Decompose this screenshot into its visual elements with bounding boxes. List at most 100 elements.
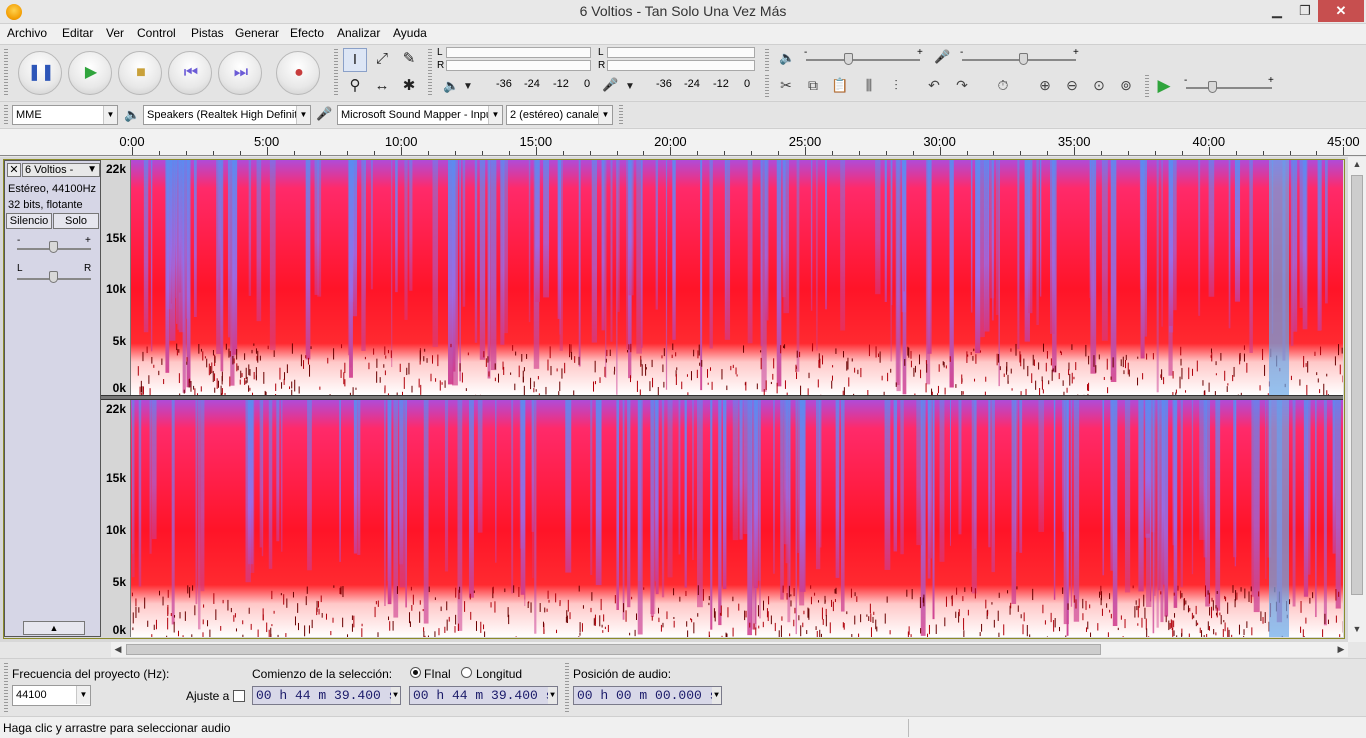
- skip-end-button[interactable]: ⏭: [218, 51, 262, 95]
- scroll-right-icon[interactable]: ▶: [1334, 642, 1348, 657]
- selection-toolbar: Frecuencia del proyecto (Hz): 44100 ▼ Aju…: [0, 658, 1366, 716]
- maximize-button[interactable]: ❐: [1292, 0, 1318, 22]
- menu-ver[interactable]: Ver: [106, 26, 124, 40]
- menu-control[interactable]: Control: [137, 26, 176, 40]
- snap-to-checkbox[interactable]: [233, 690, 245, 702]
- input-volume-thumb[interactable]: [1019, 53, 1028, 65]
- time-shift-tool[interactable]: ↔: [370, 75, 394, 99]
- scroll-up-icon[interactable]: ▲: [1348, 159, 1366, 175]
- menu-archivo[interactable]: Archivo: [7, 26, 47, 40]
- length-radio[interactable]: [461, 667, 472, 678]
- toolbar-grip[interactable]: [428, 49, 432, 97]
- redo-icon[interactable]: ↷: [950, 75, 974, 97]
- vertical-scrollbar[interactable]: ▲ ▼: [1348, 157, 1366, 642]
- audio-host-select[interactable]: MME ▼: [12, 105, 118, 125]
- playback-meter-right[interactable]: [446, 60, 591, 71]
- output-volume-slider[interactable]: [806, 59, 920, 61]
- speaker-icon[interactable]: 🔈: [443, 78, 459, 94]
- project-rate-select[interactable]: 44100 ▼: [12, 685, 91, 706]
- output-volume-thumb[interactable]: [844, 53, 853, 65]
- toolbar-grip[interactable]: [4, 663, 8, 713]
- stop-icon: ■: [136, 64, 146, 81]
- menu-generar[interactable]: Generar: [235, 26, 279, 40]
- menu-editar[interactable]: Editar: [62, 26, 93, 40]
- horizontal-scroll-thumb[interactable]: [126, 644, 1101, 655]
- play-speed-thumb[interactable]: [1208, 81, 1217, 93]
- silence-icon[interactable]: ⫶: [884, 75, 908, 97]
- track-area[interactable]: ✕ 6 Voltios - ▼ Estéreo, 44100Hz 32 bits,…: [0, 157, 1366, 642]
- trim-icon[interactable]: ⫼: [857, 75, 881, 97]
- scroll-left-icon[interactable]: ◀: [111, 642, 125, 657]
- toolbar-grip[interactable]: [565, 663, 569, 713]
- fit-selection-icon[interactable]: ⊙: [1087, 75, 1111, 97]
- menu-ayuda[interactable]: Ayuda: [393, 26, 427, 40]
- zoom-out-icon[interactable]: ⊖: [1060, 75, 1084, 97]
- menu-pistas[interactable]: Pistas: [191, 26, 224, 40]
- envelope-tool[interactable]: ⤢: [370, 48, 394, 72]
- playback-meter-menu-icon[interactable]: ▼: [463, 81, 473, 92]
- play-button[interactable]: ▶: [68, 51, 112, 95]
- selection-end-time[interactable]: 00 h 44 m 39.400 s ▼: [409, 686, 558, 705]
- timeline-tick: [1020, 151, 1022, 155]
- paste-icon[interactable]: 📋: [828, 75, 852, 97]
- solo-button[interactable]: Solo: [53, 213, 99, 229]
- toolbar-grip[interactable]: [4, 105, 8, 125]
- record-meter-left[interactable]: [607, 47, 755, 58]
- mute-button[interactable]: Silencio: [6, 213, 52, 229]
- toolbar-grip[interactable]: [4, 49, 8, 97]
- sync-lock-icon[interactable]: ⏱: [991, 75, 1015, 97]
- stop-button[interactable]: ■: [118, 51, 162, 95]
- cut-icon[interactable]: ✂: [774, 75, 798, 97]
- playback-tick: -36: [496, 78, 512, 90]
- record-button[interactable]: ●: [276, 51, 320, 95]
- toolbar-grip[interactable]: [765, 49, 769, 71]
- microphone-icon[interactable]: 🎤: [602, 77, 618, 93]
- undo-icon[interactable]: ↶: [922, 75, 946, 97]
- pause-button[interactable]: ❚❚: [18, 51, 62, 95]
- scroll-down-icon[interactable]: ▼: [1348, 624, 1366, 640]
- track-name-menu[interactable]: 6 Voltios - ▼: [22, 163, 100, 177]
- record-meter-right[interactable]: [607, 60, 755, 71]
- zoom-tool[interactable]: ⚲: [343, 75, 367, 99]
- spectrogram-right-channel[interactable]: [131, 400, 1343, 637]
- output-device-select[interactable]: Speakers (Realtek High Definit ▼: [143, 105, 311, 125]
- timeline-ruler[interactable]: 0:00 5:00 10:00 15:00 20:00 25:00 30:00 35:00 40…: [0, 128, 1366, 156]
- play-at-speed-button[interactable]: ▶: [1152, 75, 1176, 97]
- menu-efecto[interactable]: Efecto: [290, 26, 324, 40]
- track-close-icon[interactable]: ✕: [7, 163, 21, 177]
- selection-start-time[interactable]: 00 h 44 m 39.400 s ▼: [252, 686, 401, 705]
- input-channels-value: 2 (estéreo) canale: [510, 109, 599, 121]
- input-device-select[interactable]: Microsoft Sound Mapper - Inpu ▼: [337, 105, 503, 125]
- vertical-scroll-thumb[interactable]: [1351, 175, 1363, 595]
- minimize-button[interactable]: ▁: [1262, 0, 1292, 22]
- pan-thumb[interactable]: [49, 271, 58, 283]
- toolbar-grip[interactable]: [619, 105, 623, 125]
- zoom-in-icon[interactable]: ⊕: [1033, 75, 1057, 97]
- multi-tool[interactable]: ✱: [397, 75, 421, 99]
- chevron-down-icon: ▼: [296, 106, 310, 124]
- toolbar-grip[interactable]: [1145, 75, 1149, 97]
- end-radio[interactable]: [410, 667, 421, 678]
- close-button[interactable]: ✕: [1318, 0, 1364, 22]
- timeline-tick: [697, 151, 699, 155]
- draw-tool[interactable]: ✎: [397, 48, 421, 72]
- toolbar-grip[interactable]: [765, 75, 769, 97]
- record-meter-menu-icon[interactable]: ▼: [625, 81, 635, 92]
- collapse-track-icon[interactable]: ▲: [23, 621, 85, 635]
- selection-start-label: Comienzo de la selección:: [252, 667, 393, 681]
- selection-tool[interactable]: I: [343, 48, 367, 72]
- audio-position-value: 00 h 00 m 00.000 s: [577, 688, 718, 703]
- gain-thumb[interactable]: [49, 241, 58, 253]
- audio-position-time[interactable]: 00 h 00 m 00.000 s ▼: [573, 686, 722, 705]
- toolbar-grip[interactable]: [334, 49, 338, 97]
- input-channels-select[interactable]: 2 (estéreo) canale ▼: [506, 105, 613, 125]
- playback-meter-left[interactable]: [446, 47, 591, 58]
- menu-analizar[interactable]: Analizar: [337, 26, 380, 40]
- copy-icon[interactable]: ⧉: [801, 75, 825, 97]
- play-speed-slider[interactable]: [1186, 87, 1272, 89]
- skip-start-button[interactable]: ⏮: [168, 51, 212, 95]
- horizontal-scrollbar[interactable]: ◀ ▶: [111, 642, 1348, 657]
- title-bar: 6 Voltios - Tan Solo Una Vez Más ▁ ❐ ✕: [0, 0, 1366, 24]
- fit-project-icon[interactable]: ⊚: [1114, 75, 1138, 97]
- spectrogram-left-channel[interactable]: [131, 160, 1343, 395]
